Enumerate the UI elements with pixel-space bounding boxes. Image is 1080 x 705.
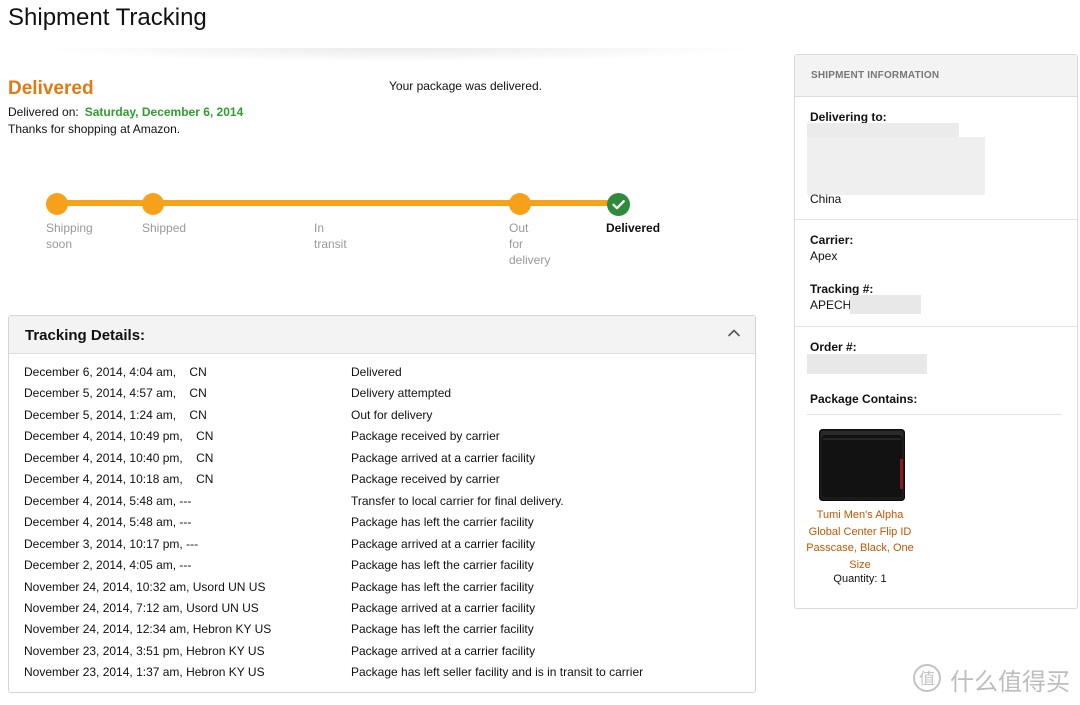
event-description: Package has left seller facility and is …	[351, 665, 644, 680]
event-description: Out for delivery	[351, 407, 433, 422]
milestone-shipped-dot	[142, 193, 164, 215]
event-description: Package has left the carrier facility	[351, 515, 534, 530]
event-time: December 2, 2014, 4:05 am, ---	[24, 558, 192, 573]
event-description: Delivered	[351, 365, 402, 379]
tracking-event-row: November 23, 2014, 3:51 pm, Hebron KY US…	[24, 644, 744, 665]
milestone-label-shipped: Shipped	[142, 221, 187, 235]
event-time: December 5, 2014, 1:24 am, CN	[24, 407, 207, 422]
event-time: December 3, 2014, 10:17 pm, ---	[24, 536, 199, 551]
check-icon	[607, 193, 630, 216]
event-time: December 4, 2014, 10:40 pm, CN	[24, 450, 214, 465]
delivery-country: China	[810, 192, 842, 206]
shipment-info-header-label: SHIPMENT INFORMATION	[811, 70, 940, 81]
order-number-redaction	[807, 354, 927, 374]
package-contains-label: Package Contains:	[810, 392, 918, 406]
info-divider	[795, 219, 1077, 220]
address-redaction-2	[807, 137, 985, 195]
event-time: December 4, 2014, 5:48 am, ---	[24, 515, 192, 530]
event-description: Package has left the carrier facility	[351, 579, 534, 594]
tracking-event-row: December 6, 2014, 4:04 am, CN Delivered	[24, 365, 744, 386]
event-description: Package received by carrier	[351, 472, 500, 487]
tracking-details-panel: Tracking Details: December 6, 2014, 4:04…	[8, 315, 756, 693]
product-title-link[interactable]: Tumi Men's Alpha Global Center Flip ID P…	[805, 507, 915, 573]
event-time: December 5, 2014, 4:57 am, CN	[24, 386, 207, 401]
delivered-on-label: Delivered on:	[8, 105, 79, 119]
event-description: Package has left the carrier facility	[351, 622, 534, 637]
milestone-label-delivered: Delivered	[606, 221, 661, 235]
tracking-details-title: Tracking Details:	[25, 327, 146, 344]
carrier-value: Apex	[810, 249, 838, 263]
event-time: November 24, 2014, 7:12 am, Usord UN US	[24, 600, 259, 615]
info-divider	[807, 414, 1062, 415]
event-description: Package arrived at a carrier facility	[351, 600, 536, 615]
delivered-date: Saturday, December 6, 2014	[84, 105, 244, 119]
tracking-event-row: November 24, 2014, 10:32 am, Usord UN US…	[24, 580, 744, 601]
event-time: December 4, 2014, 5:48 am, ---	[24, 493, 192, 508]
tracking-event-row: November 24, 2014, 12:34 am, Hebron KY U…	[24, 622, 744, 643]
shipment-info-panel: SHIPMENT INFORMATION Delivering to: Chin…	[794, 54, 1078, 609]
event-description: Package arrived at a carrier facility	[351, 643, 536, 658]
event-time: November 23, 2014, 3:51 pm, Hebron KY US	[24, 643, 265, 658]
tracking-event-row: December 4, 2014, 5:48 am, --- Package ha…	[24, 515, 744, 536]
watermark-text: 什么值得买	[950, 668, 1070, 696]
chevron-up-icon[interactable]	[727, 326, 741, 340]
tracking-event-row: December 5, 2014, 4:57 am, CN Delivery at…	[24, 386, 744, 407]
tracking-event-row: December 4, 2014, 10:40 pm, CN Package ar…	[24, 451, 744, 472]
tracking-details-header[interactable]: Tracking Details:	[9, 316, 755, 354]
tracking-event-row: December 4, 2014, 10:18 am, CN Package re…	[24, 472, 744, 493]
tracking-event-row: November 24, 2014, 7:12 am, Usord UN US P…	[24, 601, 744, 622]
watermark-logo-icon: 值	[913, 664, 941, 692]
tracking-event-row: December 3, 2014, 10:17 pm, --- Package a…	[24, 537, 744, 558]
status-divider	[30, 48, 765, 62]
tracking-event-row: November 23, 2014, 1:37 am, Hebron KY US…	[24, 665, 744, 686]
event-description: Package arrived at a carrier facility	[351, 450, 536, 465]
event-description: Delivery attempted	[351, 386, 452, 401]
event-time: November 23, 2014, 1:37 am, Hebron KY US	[24, 665, 265, 680]
page-title: Shipment Tracking	[8, 4, 207, 31]
event-description: Transfer to local carrier for final deli…	[351, 493, 564, 508]
tracking-event-row: December 4, 2014, 10:49 pm, CN Package re…	[24, 429, 744, 450]
shipment-info-header: SHIPMENT INFORMATION	[795, 55, 1077, 97]
event-time: December 4, 2014, 10:49 pm, CN	[24, 429, 214, 444]
status-heading: Delivered	[8, 78, 94, 99]
event-description: Package arrived at a carrier facility	[351, 536, 536, 551]
status-message: Your package was delivered.	[389, 79, 542, 93]
product-quantity: Quantity: 1	[833, 573, 887, 585]
delivered-on: Delivered on: Saturday, December 6, 2014	[8, 105, 243, 119]
milestone-label-out-for-delivery: Out for delivery	[509, 221, 551, 267]
thanks-message: Thanks for shopping at Amazon.	[8, 122, 181, 136]
tracking-event-row: December 5, 2014, 1:24 am, CN Out for del…	[24, 408, 744, 429]
tracking-event-row: December 4, 2014, 5:48 am, --- Transfer t…	[24, 494, 744, 515]
svg-text:值: 值	[919, 669, 935, 688]
milestone-label-shipping-soon: Shipping soon	[46, 221, 93, 251]
info-divider	[795, 326, 1077, 327]
milestone-shipping-soon-dot	[46, 193, 68, 215]
order-number-label: Order #:	[810, 340, 857, 354]
milestone-label-in-transit: In transit	[314, 221, 347, 251]
tracking-number-value: APECHI	[810, 298, 855, 312]
event-description: Package received by carrier	[351, 429, 500, 444]
milestone-out-for-delivery-dot	[509, 193, 531, 215]
event-time: November 24, 2014, 10:32 am, Usord UN US	[24, 579, 266, 594]
event-time: December 4, 2014, 10:18 am, CN	[24, 472, 214, 487]
tracking-number-redaction	[850, 295, 921, 314]
product-wallet-image[interactable]	[819, 429, 905, 501]
event-description: Package has left the carrier facility	[351, 558, 534, 573]
event-time: November 24, 2014, 12:34 am, Hebron KY U…	[24, 622, 272, 637]
tracking-number-label: Tracking #:	[810, 282, 874, 296]
event-time: December 6, 2014, 4:04 am, CN	[24, 365, 207, 379]
carrier-label: Carrier:	[810, 233, 854, 247]
tracking-event-row: December 2, 2014, 4:05 am, --- Package ha…	[24, 558, 744, 579]
delivering-to-label: Delivering to:	[810, 110, 887, 124]
